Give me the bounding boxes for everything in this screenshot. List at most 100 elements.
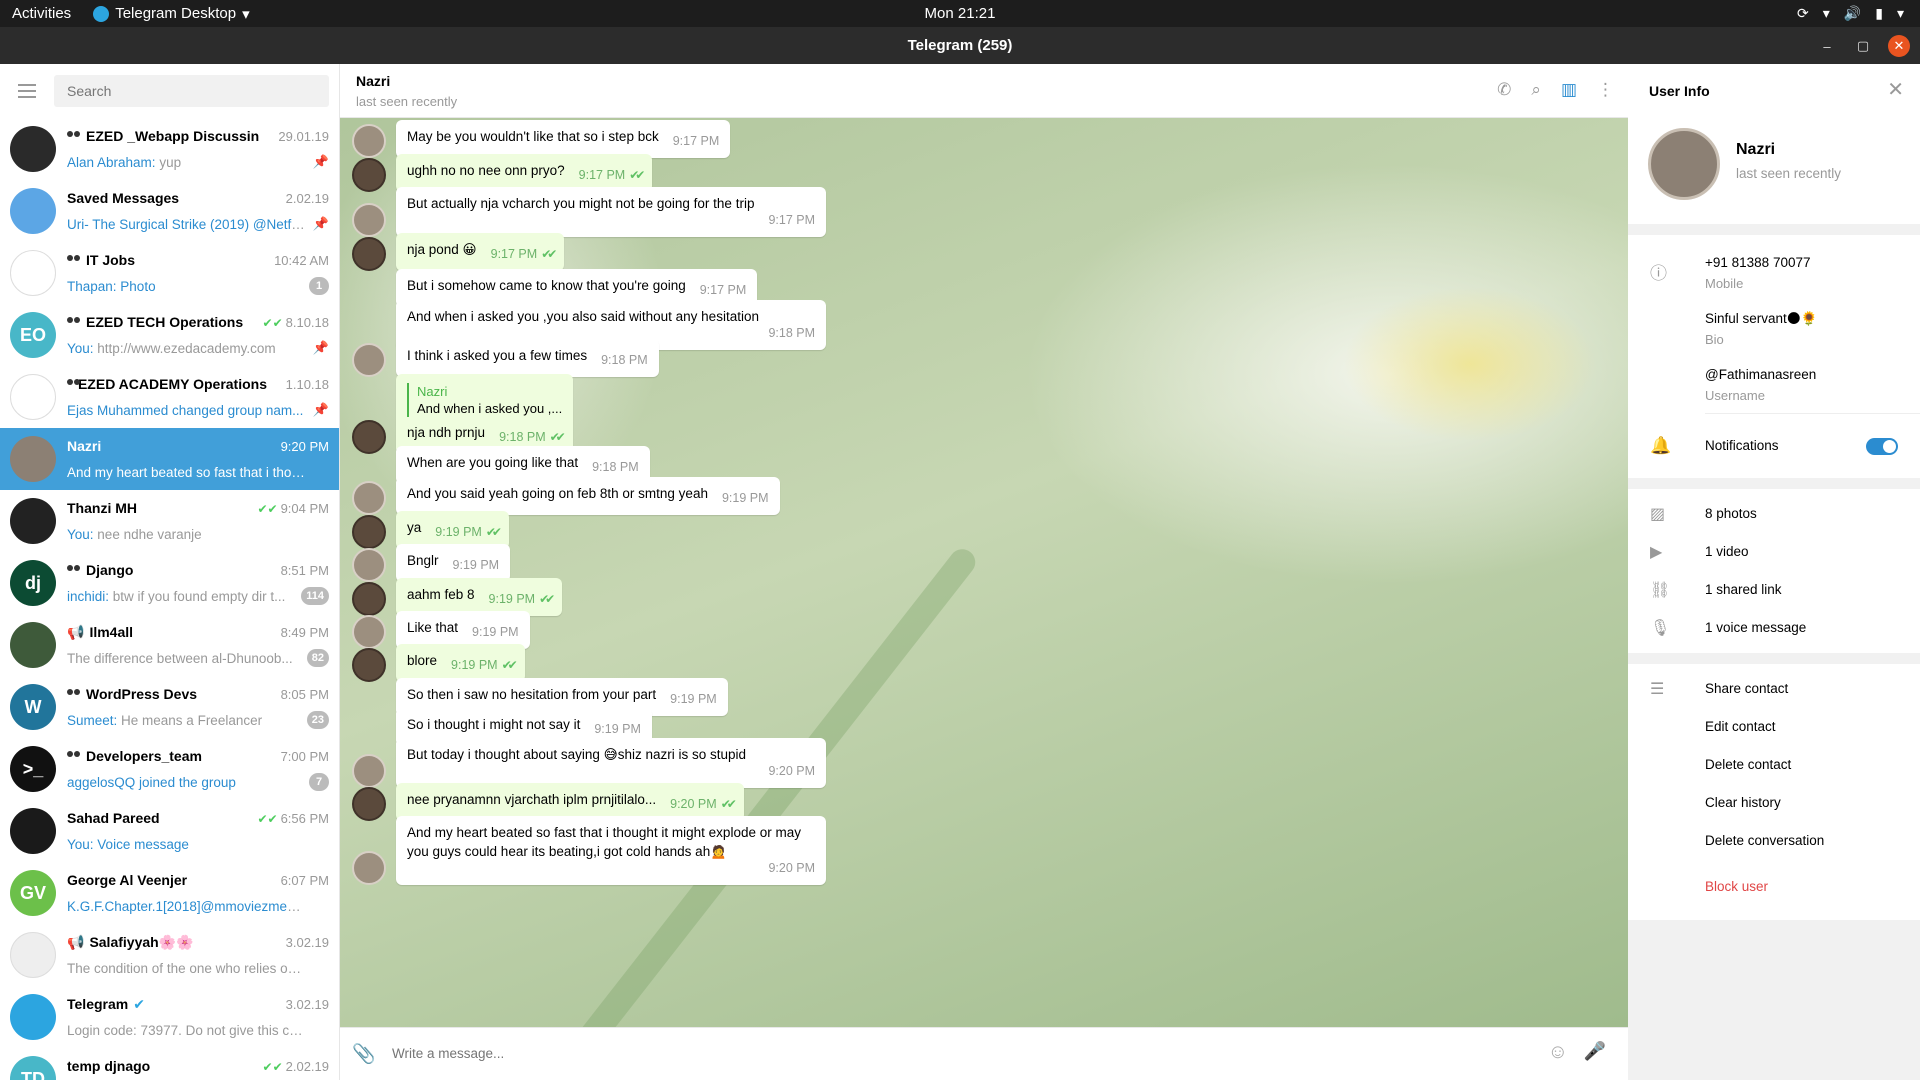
wifi-icon[interactable]: ▾	[1823, 5, 1830, 22]
message-text: nee pryanamnn vjarchath iplm prnjitilalo…	[407, 792, 657, 807]
my-avatar[interactable]	[352, 420, 386, 454]
notifications-toggle[interactable]	[1866, 438, 1898, 455]
chat-avatar	[10, 126, 56, 172]
minimize-icon[interactable]: –	[1816, 35, 1838, 57]
peer-avatar[interactable]	[352, 754, 386, 788]
chat-time: 3.02.19	[285, 934, 329, 950]
message-bubble[interactable]: Nazri And when i asked you ,... nja ndh pr…	[396, 374, 574, 454]
chevron-down-icon[interactable]: ▾	[1897, 5, 1904, 22]
message-list[interactable]: May be you wouldn't like that so i step …	[340, 118, 1628, 1027]
chat-last-message: K.G.F.Chapter.1[2018]@mmoviezmedia.T...	[67, 898, 307, 914]
peer-avatar[interactable]	[352, 343, 386, 377]
close-icon[interactable]: ✕	[1888, 35, 1910, 57]
message-bubble[interactable]: And my heart beated so fast that i thoug…	[396, 816, 826, 885]
peer-avatar[interactable]	[352, 124, 386, 158]
chat-list-item[interactable]: GV George Al Veenjer 6:07 PM K.G.F.Chapter.…	[0, 862, 339, 924]
message-bubble[interactable]: And you said yeah going on feb 8th or sm…	[396, 477, 780, 515]
message-time: 9:19 PM	[435, 525, 482, 539]
reply-preview[interactable]: Nazri And when i asked you ,...	[407, 383, 562, 417]
chat-list-item[interactable]: W WordPress Devs 8:05 PM Sumeet: He means a…	[0, 676, 339, 738]
chat-list-item[interactable]: Nazri 9:20 PM And my heart beated so fast …	[0, 428, 339, 490]
my-avatar[interactable]	[352, 237, 386, 271]
my-avatar[interactable]	[352, 648, 386, 682]
message-text: nja pond 😀	[407, 242, 477, 257]
message-bubble[interactable]: But actually nja vcharch you might not b…	[396, 187, 826, 237]
microphone-icon[interactable]: 🎤	[1584, 1041, 1606, 1062]
media-links-row[interactable]: ⛓ 1 shared link	[1628, 571, 1920, 609]
message-bubble[interactable]: Bnglr 9:19 PM	[396, 544, 511, 582]
chat-list-item[interactable]: IT Jobs 10:42 AM Thapan: Photo 1	[0, 242, 339, 304]
message-bubble[interactable]: nja pond 😀 9:17 PM ✔✔	[396, 233, 565, 271]
profile-avatar[interactable]	[1648, 128, 1720, 200]
block-user-button[interactable]: Block user	[1628, 868, 1920, 906]
peer-avatar[interactable]	[352, 615, 386, 649]
media-photos-row[interactable]: ▨ 8 photos	[1628, 495, 1920, 533]
clear-history-button[interactable]: Clear history	[1628, 784, 1920, 822]
delete-contact-button[interactable]: Delete contact	[1628, 746, 1920, 784]
message-input[interactable]	[392, 1046, 1292, 1061]
app-menu[interactable]: Telegram Desktop ▾	[93, 5, 250, 23]
message-text: And you said yeah going on feb 8th or sm…	[407, 486, 708, 501]
search-input[interactable]	[54, 75, 329, 107]
peer-name[interactable]: Nazri	[356, 73, 390, 89]
peer-avatar[interactable]	[352, 203, 386, 237]
hamburger-menu-icon[interactable]	[0, 64, 54, 118]
chat-list-item[interactable]: EZED _Webapp Discussin 29.01.19 Alan Abrah…	[0, 118, 339, 180]
peer-avatar[interactable]	[352, 481, 386, 515]
message-bubble[interactable]: May be you wouldn't like that so i step …	[396, 120, 731, 158]
more-vertical-icon[interactable]: ⋮	[1597, 80, 1614, 100]
edit-contact-button[interactable]: Edit contact	[1628, 708, 1920, 746]
chat-list-item[interactable]: Thanzi MH ✔✔ 9:04 PM You: nee ndhe varanje	[0, 490, 339, 552]
message-time: 9:18 PM	[499, 430, 546, 444]
delete-conversation-button[interactable]: Delete conversation	[1628, 822, 1920, 860]
battery-icon[interactable]: ▮	[1875, 5, 1883, 22]
volume-icon[interactable]: 🔊	[1844, 5, 1861, 22]
bio-row[interactable]: Sinful servant🌑🌻 Bio	[1628, 301, 1920, 357]
my-avatar[interactable]	[352, 582, 386, 616]
activities-button[interactable]: Activities	[12, 5, 71, 22]
media-voice-label: 1 voice message	[1705, 620, 1807, 635]
notifications-row[interactable]: 🔔 Notifications	[1628, 414, 1920, 478]
clock[interactable]: Mon 21:21	[0, 5, 1920, 22]
emoji-icon[interactable]: ☺	[1548, 1041, 1568, 1064]
message-bubble[interactable]: I think i asked you a few times 9:18 PM	[396, 339, 659, 377]
peer-avatar[interactable]	[352, 548, 386, 582]
read-check-icon: ✔✔	[501, 658, 518, 672]
attach-icon[interactable]: 📎	[352, 1042, 376, 1066]
chat-list-item[interactable]: EZED ACADEMY Operations 1.10.18 Ejas Muham…	[0, 366, 339, 428]
my-avatar[interactable]	[352, 158, 386, 192]
update-icon[interactable]: ⟳	[1797, 5, 1809, 22]
message-text: But actually nja vcharch you might not b…	[407, 196, 755, 211]
chat-list-item[interactable]: Telegram ✔ 3.02.19 Login code: 73977. Do no…	[0, 986, 339, 1048]
media-video-row[interactable]: ▶ 1 video	[1628, 533, 1920, 571]
system-tray[interactable]: ⟳ ▾ 🔊 ▮ ▾	[1797, 0, 1904, 27]
chat-list-item[interactable]: EO EZED TECH Operations ✔✔ 8.10.18 You: http…	[0, 304, 339, 366]
chat-list-item[interactable]: Sahad Pareed ✔✔ 6:56 PM You: Voice message	[0, 800, 339, 862]
my-avatar[interactable]	[352, 787, 386, 821]
maximize-icon[interactable]: ▢	[1852, 35, 1874, 57]
info-panel-toggle-icon[interactable]: ▥	[1561, 80, 1577, 100]
chat-last-sender: Alan Abraham:	[67, 154, 156, 170]
chat-list-item[interactable]: dj Django 8:51 PM inchidi: btw if you found…	[0, 552, 339, 614]
close-icon[interactable]: ✕	[1887, 77, 1904, 102]
media-voice-row[interactable]: 🎙 1 voice message	[1628, 609, 1920, 647]
peer-avatar[interactable]	[352, 851, 386, 885]
share-contact-button[interactable]: ☰ Share contact	[1628, 670, 1920, 708]
chat-list-item[interactable]: 📢 Salafiyyah🌸🌸 3.02.19 The condition of the…	[0, 924, 339, 986]
chat-time: 9:20 PM	[280, 438, 329, 454]
video-icon: ▶	[1650, 544, 1663, 561]
username-row[interactable]: @Fathimanasreen Username	[1628, 357, 1920, 413]
profile-name: Nazri	[1736, 141, 1776, 158]
search-icon[interactable]: ⌕	[1531, 80, 1541, 100]
chat-list-item[interactable]: 📢 Ilm4all 8:49 PM The difference between al…	[0, 614, 339, 676]
message-time: 9:19 PM	[594, 722, 641, 736]
chat-list-item[interactable]: >_ Developers_team 7:00 PM aggelosQQ joined…	[0, 738, 339, 800]
chat-list-item[interactable]: TD temp djnago ✔✔ 2.02.19	[0, 1048, 339, 1080]
message-text: Like that	[407, 620, 459, 635]
message-bubble[interactable]: But today i thought about saying 😅shiz n…	[396, 738, 826, 788]
phone-icon[interactable]: ✆	[1497, 80, 1511, 100]
phone-row[interactable]: ⓘ +91 81388 70077 Mobile	[1628, 245, 1920, 301]
message-bubble[interactable]: blore 9:19 PM ✔✔	[396, 644, 525, 682]
my-avatar[interactable]	[352, 515, 386, 549]
chat-list-item[interactable]: Saved Messages 2.02.19 Uri- The Surgical S…	[0, 180, 339, 242]
